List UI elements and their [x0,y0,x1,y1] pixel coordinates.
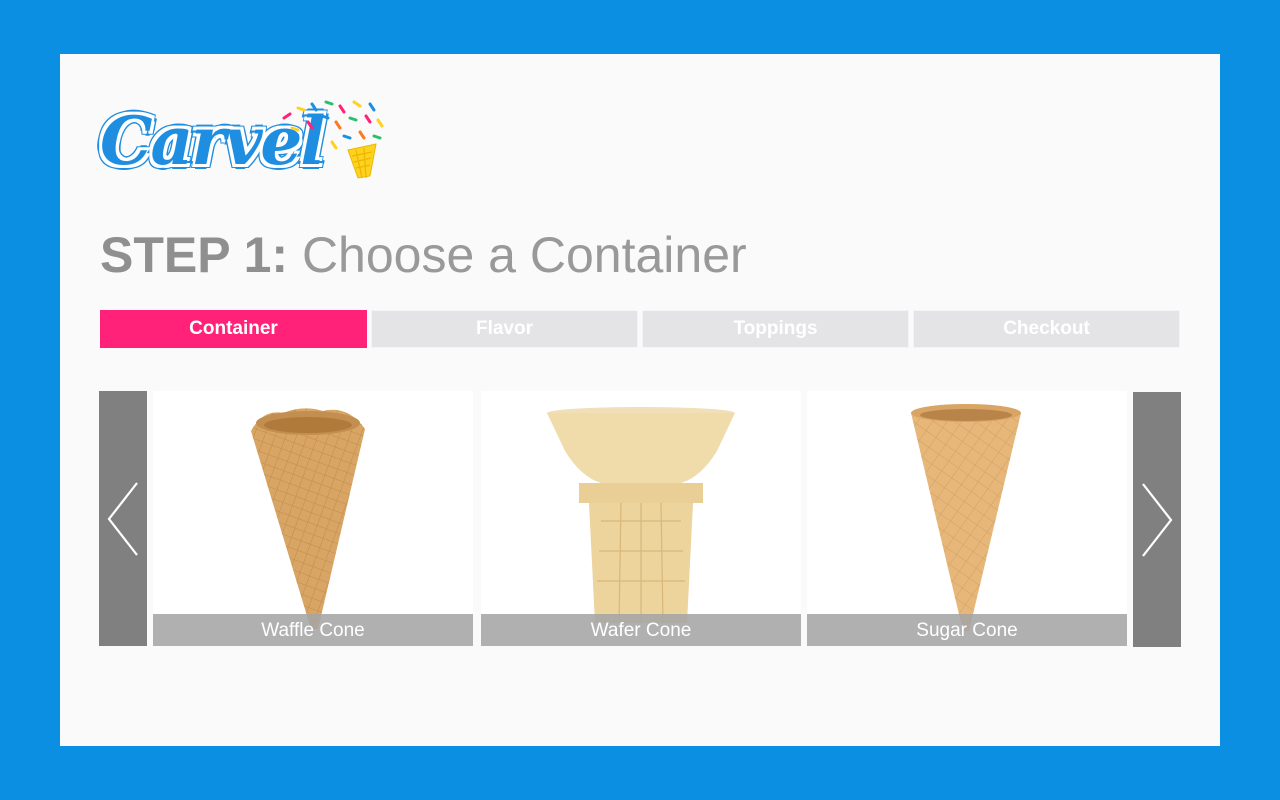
sugar-cone-image [911,404,1021,631]
page-title: STEP 1: Choose a Container [100,226,747,284]
chevron-left-icon [107,481,138,556]
progress-step-container[interactable]: Container [100,310,367,348]
carvel-logo: Carvel [100,98,390,188]
step-title: Choose a Container [301,227,747,283]
option-label: Wafer Cone [481,614,801,646]
progress-step-toppings[interactable]: Toppings [642,310,909,348]
container-option-waffle-cone[interactable]: Waffle Cone [153,391,473,646]
container-carousel: Waffle Cone Wafer Cone Sugar Cone [99,391,1181,647]
sprinkle-cone-icon [282,100,384,179]
progress-step-flavor[interactable]: Flavor [371,310,638,348]
container-option-wafer-cone[interactable]: Wafer Cone [481,391,801,646]
waffle-cone-image [251,408,365,629]
main-panel: Carvel STEP 1: Choose a Container Contai… [60,54,1220,746]
wafer-cone-image [547,407,735,624]
step-progress-bar: Container Flavor Toppings Checkout [100,310,1180,348]
step-number: STEP 1: [100,227,289,283]
progress-step-checkout[interactable]: Checkout [913,310,1180,348]
carousel-next-button[interactable] [1133,392,1181,647]
option-label: Sugar Cone [807,614,1127,646]
container-option-sugar-cone[interactable]: Sugar Cone [807,391,1127,646]
chevron-right-icon [1142,482,1173,557]
option-label: Waffle Cone [153,614,473,646]
carousel-prev-button[interactable] [99,391,147,646]
